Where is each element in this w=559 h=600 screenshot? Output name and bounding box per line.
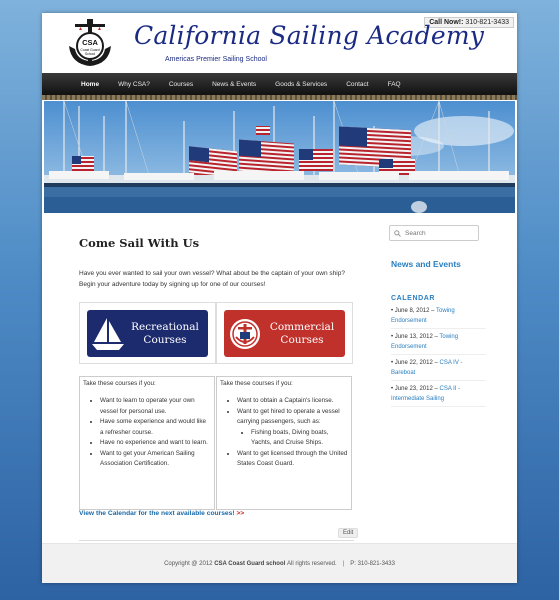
list-item: Have no experience and want to learn. xyxy=(100,438,211,449)
search-input[interactable] xyxy=(405,229,475,237)
recreational-label-line2: Courses xyxy=(143,333,187,346)
nav-goods-services[interactable]: Goods & Services xyxy=(275,81,327,88)
recreational-criteria-heading: Take these courses if you: xyxy=(83,380,156,387)
page-container: Call Now!: 310-821-3433 CSA Coast Guard … xyxy=(42,13,517,583)
commercial-criteria-heading: Take these courses if you: xyxy=(220,380,293,387)
list-item: Want to get hired to operate a vessel ca… xyxy=(237,407,348,449)
site-brand-title[interactable]: California Sailing Academy xyxy=(134,21,484,50)
event-date: June 23, 2012 – xyxy=(394,386,438,392)
calendar-events-list: • June 8, 2012 – Towing Endorsement • Ju… xyxy=(391,307,486,411)
csa-anchor-logo[interactable]: CSA Coast Guard School xyxy=(65,18,115,70)
list-item: Want to get your American Sailing Associ… xyxy=(100,449,211,470)
recreational-course-box: Recreational Courses xyxy=(79,302,216,364)
recreational-label-line1: Recreational xyxy=(131,320,199,333)
rope-divider xyxy=(42,95,517,100)
content-divider xyxy=(79,540,354,541)
commercial-label-line1: Commercial xyxy=(269,320,335,333)
event-date: June 22, 2012 – xyxy=(394,360,438,366)
list-item-text: Want to get hired to operate a vessel ca… xyxy=(237,407,340,426)
site-tagline: Americas Premier Sailing School xyxy=(165,56,267,63)
list-item: Want to learn to operate your own vessel… xyxy=(100,396,211,417)
commercial-course-box: Commercial Courses xyxy=(216,302,353,364)
sailboat-icon xyxy=(92,318,124,350)
event-date: June 8, 2012 – xyxy=(394,308,435,314)
list-item: Fishing boats, Diving boats, Yachts, and… xyxy=(251,428,348,449)
event-date: June 13, 2012 – xyxy=(394,334,438,340)
footer-rights: All rights reserved. xyxy=(286,560,337,567)
list-item: Want to obtain a Captain's license. xyxy=(237,396,348,407)
view-calendar-link-text: View the Calendar for the next available… xyxy=(79,510,235,517)
nav-faq[interactable]: FAQ xyxy=(388,81,401,88)
marina-flags-hero-image xyxy=(44,101,515,213)
site-header: Call Now!: 310-821-3433 CSA Coast Guard … xyxy=(42,13,517,73)
view-calendar-link[interactable]: View the Calendar for the next available… xyxy=(79,510,244,517)
list-item: Have some experience and would like a re… xyxy=(100,417,211,438)
nav-courses[interactable]: Courses xyxy=(169,81,193,88)
footer-phone: P: 310-821-3433 xyxy=(350,560,395,567)
recreational-criteria-list: Want to learn to operate your own vessel… xyxy=(83,396,211,470)
list-item: • June 8, 2012 – Towing Endorsement xyxy=(391,307,486,329)
commercial-courses-button[interactable]: Commercial Courses xyxy=(224,310,345,357)
footer-copyright: Copyright @ 2012 xyxy=(164,560,213,567)
search-icon xyxy=(394,229,401,237)
list-item: • June 13, 2012 – Towing Endorsement xyxy=(391,333,486,355)
footer-separator: | xyxy=(342,560,345,567)
list-item: • June 22, 2012 – CSA IV - Bareboat xyxy=(391,359,486,381)
main-nav: Home Why CSA? Courses News & Events Good… xyxy=(42,73,517,95)
commercial-criteria-list: Want to obtain a Captain's license. Want… xyxy=(220,396,348,470)
nav-why-csa[interactable]: Why CSA? xyxy=(118,81,150,88)
nav-contact[interactable]: Contact xyxy=(346,81,368,88)
logo-text-csa: CSA xyxy=(82,38,98,47)
commercial-criteria-box: Take these courses if you: Want to obtai… xyxy=(216,376,352,510)
double-arrow-icon: >> xyxy=(236,510,245,517)
search-box[interactable] xyxy=(389,225,479,241)
edit-button[interactable]: Edit xyxy=(338,528,359,538)
calendar-heading: CALENDAR xyxy=(391,295,436,302)
page-title: Come Sail With Us xyxy=(79,236,200,250)
coast-guard-seal-icon xyxy=(230,319,260,349)
recreational-criteria-box: Take these courses if you: Want to learn… xyxy=(79,376,215,510)
nav-news-events[interactable]: News & Events xyxy=(212,81,256,88)
list-item: • June 23, 2012 – CSA II - Intermediate … xyxy=(391,385,486,407)
intro-paragraph: Have you ever wanted to sail your own ve… xyxy=(79,270,345,288)
news-and-events-link[interactable]: News and Events xyxy=(391,259,461,269)
recreational-courses-button[interactable]: Recreational Courses xyxy=(87,310,208,357)
nav-home[interactable]: Home xyxy=(81,81,99,88)
logo-text-school: School xyxy=(85,52,96,56)
footer-org-link[interactable]: CSA Coast Guard school xyxy=(214,561,285,567)
commercial-label-line2: Courses xyxy=(280,333,324,346)
site-footer: Copyright @ 2012 CSA Coast Guard school … xyxy=(42,544,517,583)
list-item: Want to get licensed through the United … xyxy=(237,449,348,470)
vessel-types-list: Fishing boats, Diving boats, Yachts, and… xyxy=(237,428,348,449)
